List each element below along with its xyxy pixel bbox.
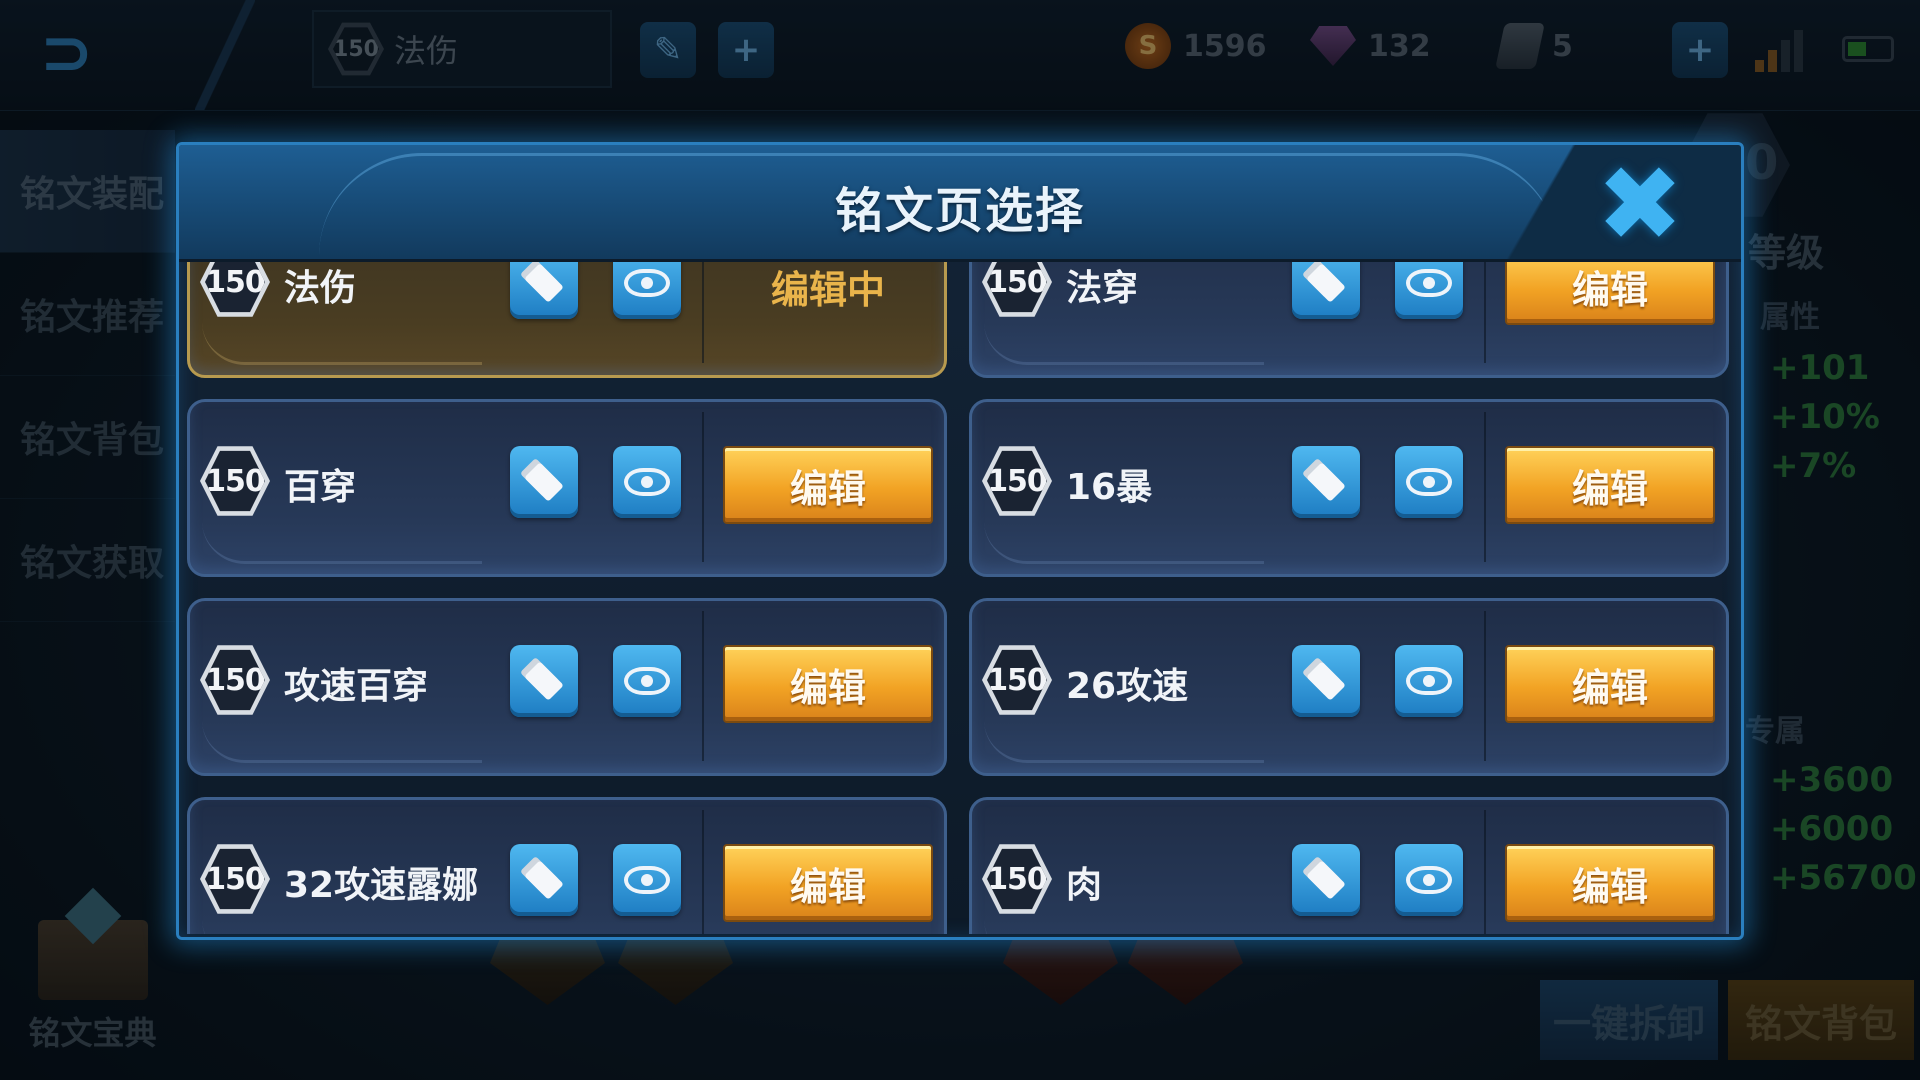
divider [1484, 810, 1486, 934]
card-decoration [202, 919, 482, 934]
divider [702, 412, 704, 562]
page-name: 法穿 [1066, 268, 1139, 309]
level-hex-icon: 150 [982, 446, 1052, 516]
page-level: 150 [987, 848, 1047, 910]
rename-button[interactable] [1292, 645, 1360, 717]
dialog-header: 铭文页选择 ✖ [179, 145, 1741, 262]
page-name: 法伤 [284, 268, 357, 309]
eraser-icon [1306, 462, 1346, 502]
edit-button[interactable]: 编辑 [1505, 645, 1715, 723]
rename-button[interactable] [510, 446, 578, 518]
card-decoration [202, 720, 482, 763]
divider [702, 810, 704, 934]
rune-page-card[interactable]: 150 26攻速 编辑 [969, 598, 1729, 776]
card-decoration [202, 521, 482, 564]
edit-button[interactable]: 编辑 [723, 446, 933, 524]
rename-button[interactable] [1292, 844, 1360, 916]
preview-button[interactable] [1395, 645, 1463, 717]
card-decoration [984, 919, 1264, 934]
card-decoration [984, 322, 1264, 365]
edit-button[interactable]: 编辑 [1505, 446, 1715, 524]
divider [1484, 611, 1486, 761]
edit-button[interactable]: 编辑 [1505, 262, 1715, 325]
eraser-icon [524, 860, 564, 900]
rename-button[interactable] [1292, 262, 1360, 319]
page-name: 16暴 [1066, 467, 1153, 508]
rune-page-card[interactable]: 150 肉 编辑 [969, 797, 1729, 934]
page-name: 攻速百穿 [284, 666, 429, 707]
rename-button[interactable] [510, 844, 578, 916]
divider [702, 262, 704, 363]
editing-status: 编辑中 [770, 267, 885, 312]
level-hex-icon: 150 [982, 844, 1052, 914]
rune-page-card[interactable]: 150 攻速百穿 编辑 [187, 598, 947, 776]
eraser-icon [1306, 661, 1346, 701]
divider [1484, 262, 1486, 363]
preview-button[interactable] [1395, 844, 1463, 916]
divider [702, 611, 704, 761]
divider [1484, 412, 1486, 562]
page-level: 150 [205, 649, 265, 711]
page-name: 26攻速 [1066, 666, 1189, 707]
close-button[interactable]: ✖ [1595, 143, 1685, 265]
page-name: 32攻速露娜 [284, 865, 479, 906]
eye-icon [624, 667, 670, 695]
eraser-icon [1306, 263, 1346, 303]
preview-button[interactable] [613, 446, 681, 518]
rune-page-select-dialog: 铭文页选择 ✖ 150 法伤 编辑中 150 法穿 编辑 150 百穿 编辑 150 16暴 编辑 15… [176, 142, 1744, 940]
level-hex-icon: 150 [982, 645, 1052, 715]
rune-page-card[interactable]: 150 32攻速露娜 编辑 [187, 797, 947, 934]
rune-page-card[interactable]: 150 法伤 编辑中 [187, 262, 947, 378]
page-level: 150 [205, 262, 265, 313]
card-decoration [984, 720, 1264, 763]
eye-icon [624, 269, 670, 297]
eye-icon [624, 468, 670, 496]
preview-button[interactable] [613, 645, 681, 717]
level-hex-icon: 150 [200, 645, 270, 715]
edit-button[interactable]: 编辑 [723, 645, 933, 723]
edit-button[interactable]: 编辑 [1505, 844, 1715, 922]
preview-button[interactable] [613, 844, 681, 916]
eye-icon [1406, 667, 1452, 695]
eye-icon [1406, 866, 1452, 894]
card-decoration [984, 521, 1264, 564]
eraser-icon [1306, 860, 1346, 900]
edit-button[interactable]: 编辑 [723, 844, 933, 922]
eye-icon [1406, 468, 1452, 496]
page-level: 150 [987, 649, 1047, 711]
page-level: 150 [987, 450, 1047, 512]
eraser-icon [524, 462, 564, 502]
page-name: 肉 [1066, 865, 1103, 906]
card-decoration [202, 322, 482, 365]
level-hex-icon: 150 [200, 262, 270, 317]
page-level: 150 [205, 450, 265, 512]
rename-button[interactable] [1292, 446, 1360, 518]
level-hex-icon: 150 [200, 446, 270, 516]
rename-button[interactable] [510, 645, 578, 717]
dialog-title: 铭文页选择 [834, 183, 1085, 239]
rune-page-list[interactable]: 150 法伤 编辑中 150 法穿 编辑 150 百穿 编辑 150 16暴 编辑 150 攻速百穿 编辑 1… [187, 262, 1733, 934]
page-name: 百穿 [284, 467, 357, 508]
eraser-icon [524, 263, 564, 303]
level-hex-icon: 150 [982, 262, 1052, 317]
preview-button[interactable] [1395, 446, 1463, 518]
rename-button[interactable] [510, 262, 578, 319]
eraser-icon [524, 661, 564, 701]
page-level: 150 [205, 848, 265, 910]
rune-page-card[interactable]: 150 16暴 编辑 [969, 399, 1729, 577]
preview-button[interactable] [1395, 262, 1463, 319]
close-icon: ✖ [1596, 143, 1684, 265]
preview-button[interactable] [613, 262, 681, 319]
eye-icon [624, 866, 670, 894]
eye-icon [1406, 269, 1452, 297]
page-level: 150 [987, 262, 1047, 313]
level-hex-icon: 150 [200, 844, 270, 914]
rune-page-card[interactable]: 150 法穿 编辑 [969, 262, 1729, 378]
rune-page-card[interactable]: 150 百穿 编辑 [187, 399, 947, 577]
